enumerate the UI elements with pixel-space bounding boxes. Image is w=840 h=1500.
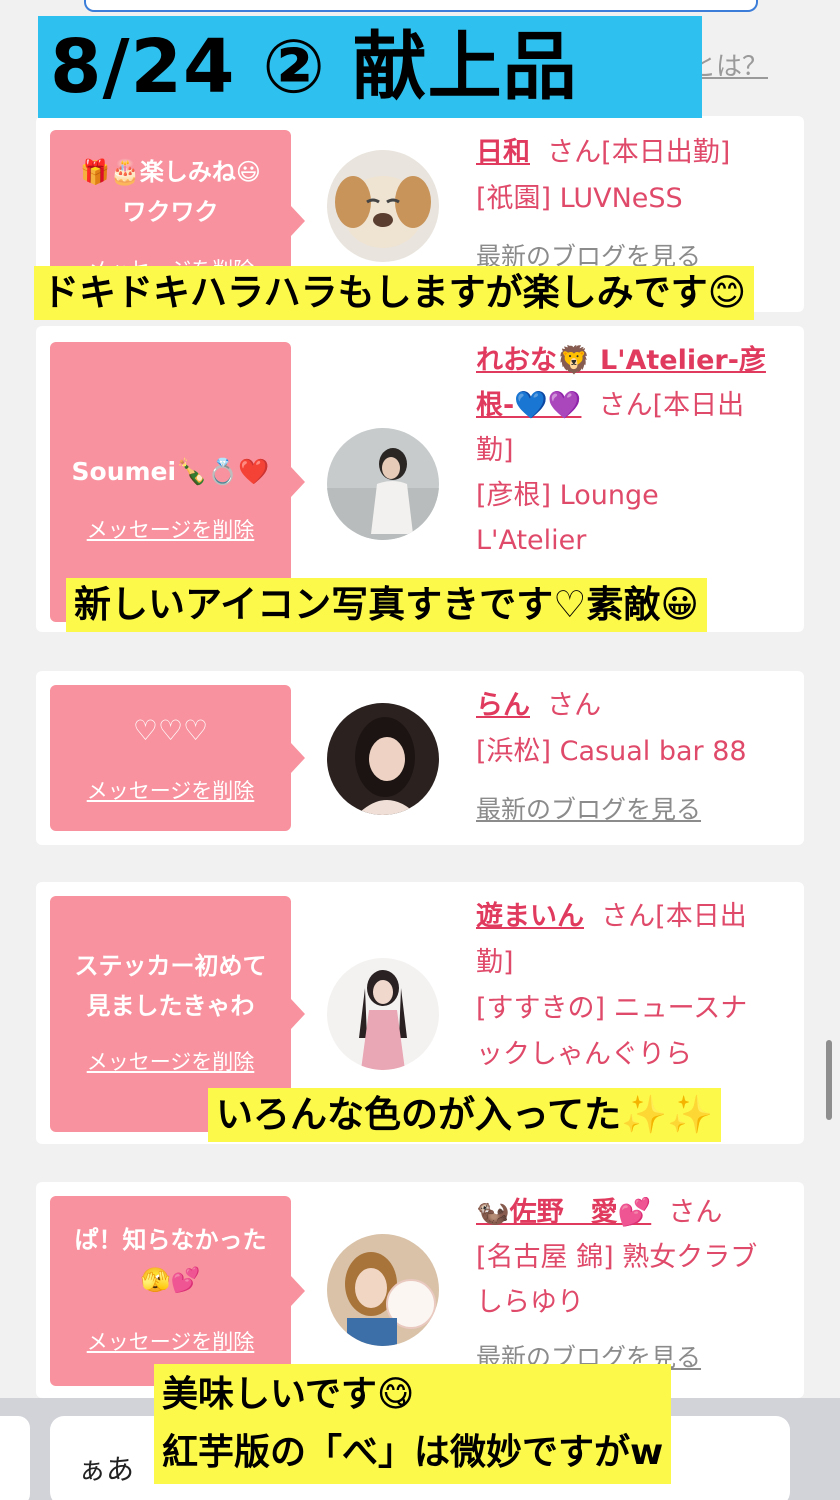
honorific: さん[本日出 [601,901,747,932]
profile-info: 🦦佐野 愛💕 さん [名古屋 錦] 熟女クラブ しらゆり 最新のブログを見る [476,1190,796,1380]
message-bubble: ぱ！知らなかった 🫣💕 メッセージを削除 [50,1196,305,1386]
honorific: さん[本日出勤] [547,137,731,168]
avatar[interactable] [327,1234,439,1346]
profile-info: れおな🦁 L'Atelier-彦 根-💙💜 さん[本日出 勤] [彦根] Lou… [476,338,796,563]
message-bubble: ♡♡♡ メッセージを削除 [50,685,305,831]
message-text: 🎁🎂楽しみね😃 ワクワク [80,158,261,226]
store-name: [彦根] Lounge [476,480,659,511]
store-name: [浜松] Casual bar 88 [476,736,747,767]
honorific: さん [547,690,602,721]
message-text: ♡♡♡ [132,714,209,747]
avatar[interactable] [327,150,439,262]
store-name-cont: L'Atelier [476,525,587,556]
store-name: [名古屋 錦] 熟女クラブ [476,1242,758,1273]
honorific: さん [668,1197,723,1228]
store-name: [すすきの] ニュースナ [476,993,748,1024]
profile-info: らん さん [浜松] Casual bar 88 最新のブログを見る [476,683,796,833]
girl-name-link[interactable]: れおな🦁 L'Atelier-彦 [476,345,766,376]
avatar[interactable] [327,958,439,1070]
profile-info: 日和 さん[本日出勤] [祇園] LUVNeSS 最新のブログを見る [476,130,796,280]
caption: 美味しいです😋 紅芋版の「べ」は微妙ですがw [154,1364,672,1484]
store-name: [祇園] LUVNeSS [476,183,683,214]
delete-message-link[interactable]: メッセージを削除 [50,1046,291,1076]
keyboard-key[interactable] [0,1416,30,1500]
latest-blog-link[interactable]: 最新のブログを見る [476,795,701,824]
message-text: ぱ！知らなかった 🫣💕 [74,1226,267,1294]
girl-name-link[interactable]: らん [476,690,530,721]
store-name-cont: ックしゃんぐりら [476,1039,692,1070]
store-name-cont: しらゆり [476,1287,584,1318]
delete-message-link[interactable]: メッセージを削除 [50,1326,291,1356]
honorific: さん[本日出 [598,390,745,421]
profile-info: 遊まいん さん[本日出 勤] [すすきの] ニュースナ ックしゃんぐりら [476,894,796,1078]
girl-name-link-cont[interactable]: 根-💙💜 [476,390,581,421]
message-text: Soumei🍾💍❤️ [71,457,270,486]
search-input[interactable] [84,0,758,12]
delete-message-link[interactable]: メッセージを削除 [50,775,291,805]
avatar[interactable] [327,703,439,815]
honorific-cont: 勤] [476,435,514,466]
caption: 新しいアイコン写真すきです♡素敵😀 [66,578,707,632]
caption: ドキドキハラハラもしますが楽しみです😊 [34,266,755,320]
message-text: ステッカー初めて 見ましたきゃわ [74,952,267,1020]
page-title: 8/24 ② 献上品 [38,16,702,118]
scrollbar-thumb[interactable] [826,1040,832,1120]
honorific-cont: 勤] [476,947,514,978]
message-card: ♡♡♡ メッセージを削除 らん さん [浜松] Casual bar 88 最新… [36,671,804,845]
girl-name-link[interactable]: 遊まいん [476,901,584,932]
keyboard-input-text: ぁあ [78,1453,135,1486]
girl-name-link[interactable]: 🦦佐野 愛💕 [476,1197,651,1228]
caption: いろんな色のが入ってた✨✨ [208,1088,722,1142]
avatar[interactable] [327,428,439,540]
girl-name-link[interactable]: 日和 [476,137,530,168]
delete-message-link[interactable]: メッセージを削除 [50,514,291,544]
